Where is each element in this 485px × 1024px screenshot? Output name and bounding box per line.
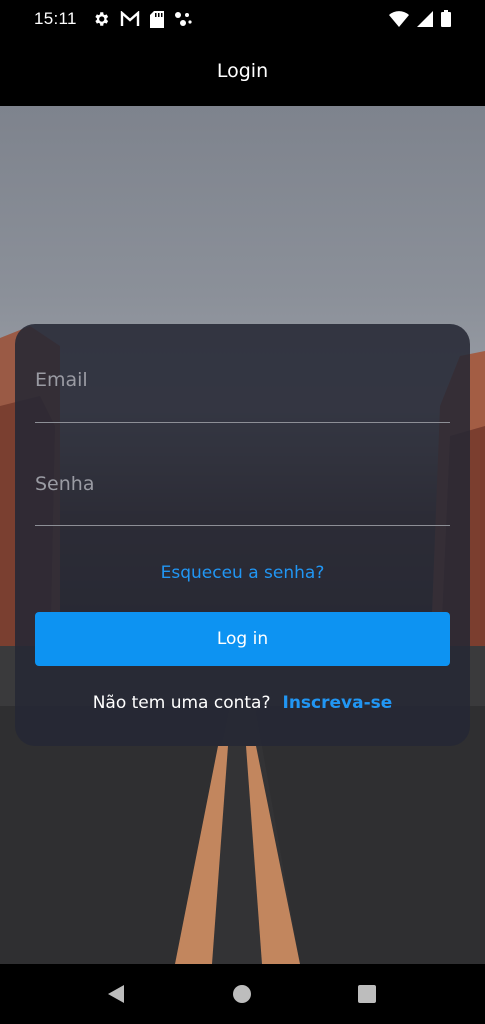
battery-icon bbox=[441, 10, 451, 27]
notification-icons bbox=[92, 10, 192, 28]
wifi-icon bbox=[389, 10, 409, 27]
forgot-password-link[interactable]: Esqueceu a senha? bbox=[0, 563, 485, 583]
signal-icon bbox=[417, 10, 433, 27]
back-icon[interactable] bbox=[106, 984, 126, 1004]
page-title: Login bbox=[216, 60, 269, 82]
app-bar: Login bbox=[0, 38, 485, 106]
password-field[interactable]: Senha bbox=[35, 473, 94, 495]
signup-row: Não tem uma conta? Inscreva-se bbox=[0, 693, 485, 713]
status-bar: 15:11 bbox=[0, 0, 485, 38]
gear-icon bbox=[95, 12, 109, 26]
dots-icon bbox=[175, 12, 192, 26]
gmail-icon bbox=[120, 11, 140, 26]
status-time: 15:11 bbox=[34, 9, 77, 28]
recents-icon[interactable] bbox=[357, 984, 377, 1004]
system-icons bbox=[389, 10, 451, 27]
signup-link[interactable]: Inscreva-se bbox=[283, 693, 393, 713]
login-button-label: Log in bbox=[216, 629, 269, 649]
login-button[interactable]: Log in bbox=[35, 612, 450, 666]
email-field[interactable]: Email bbox=[35, 369, 88, 391]
email-underline bbox=[35, 422, 450, 423]
navigation-bar bbox=[0, 964, 485, 1024]
sd-card-icon bbox=[150, 10, 164, 28]
home-icon[interactable] bbox=[232, 984, 252, 1004]
password-underline bbox=[35, 525, 450, 526]
no-account-text: Não tem uma conta? bbox=[92, 693, 271, 713]
